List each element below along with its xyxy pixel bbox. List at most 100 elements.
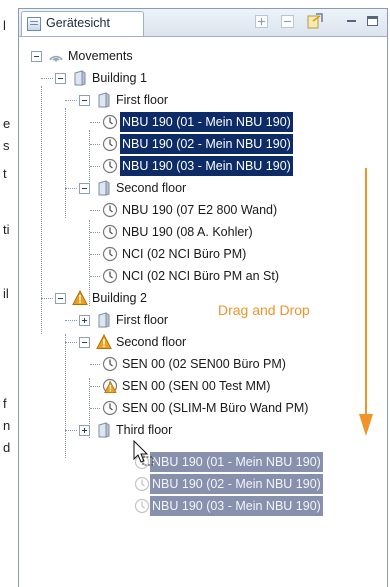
tree-node-device[interactable]: NBU 190 (03 - Mein NBU 190) bbox=[90, 156, 342, 176]
node-label: Third floor bbox=[116, 423, 173, 437]
tree-line bbox=[90, 408, 100, 409]
tree-line bbox=[90, 386, 100, 387]
tree-node-device[interactable]: SEN 00 (SLIM-M Büro Wand PM) bbox=[90, 398, 342, 418]
movements-icon bbox=[48, 48, 64, 64]
node-label: First floor bbox=[116, 93, 169, 107]
tree-node-device[interactable]: NCI (02 NCI Büro PM an St) bbox=[90, 266, 342, 286]
tree-node-device[interactable]: NCI (02 NCI Büro PM) bbox=[90, 244, 342, 264]
node-label: SEN 00 (SEN 00 Test MM) bbox=[122, 379, 271, 393]
clock-icon bbox=[102, 158, 118, 174]
tree-line bbox=[41, 78, 53, 79]
node-label: NBU 190 (03 - Mein NBU 190) bbox=[120, 156, 293, 176]
drag-ghost-item: NBU 190 (02 - Mein NBU 190) bbox=[134, 474, 352, 494]
tree-node-device[interactable]: NBU 190 (01 - Mein NBU 190) bbox=[90, 112, 342, 132]
clock-icon bbox=[102, 356, 118, 372]
drag-cursor-icon bbox=[133, 440, 154, 466]
tree-line bbox=[65, 188, 77, 189]
node-label: Building 2 bbox=[92, 291, 147, 305]
clock-icon bbox=[134, 476, 150, 492]
node-label: First floor bbox=[116, 313, 169, 327]
collapse-icon[interactable] bbox=[79, 183, 90, 194]
ghost-label: NBU 190 (02 - Mein NBU 190) bbox=[150, 474, 323, 494]
edge-char: e bbox=[3, 116, 11, 131]
collapse-icon[interactable] bbox=[31, 51, 42, 62]
tree-node-third-floor[interactable]: Third floor bbox=[65, 420, 278, 440]
tree-line bbox=[65, 334, 66, 458]
drag-arrow-head-icon bbox=[359, 414, 373, 436]
node-label: SEN 00 (02 SEN00 Büro PM) bbox=[122, 357, 286, 371]
edge-char: d bbox=[3, 440, 11, 455]
tree-node-second-floor[interactable]: Second floor bbox=[65, 332, 278, 352]
warning-icon bbox=[96, 334, 112, 350]
edge-char: f bbox=[3, 396, 7, 411]
floor-icon bbox=[96, 312, 112, 328]
clock-icon bbox=[102, 268, 118, 284]
edge-char: t bbox=[3, 166, 7, 181]
clock-icon bbox=[102, 400, 118, 416]
tree-line bbox=[65, 100, 77, 101]
tree-node-device[interactable]: SEN 00 (SEN 00 Test MM) bbox=[90, 376, 342, 396]
tree-node-device[interactable]: NBU 190 (08 A. Kohler) bbox=[90, 222, 342, 242]
tree-line bbox=[90, 254, 100, 255]
tree-line bbox=[90, 144, 100, 145]
floor-icon bbox=[96, 92, 112, 108]
node-label: Second floor bbox=[116, 335, 187, 349]
node-label: Second floor bbox=[116, 181, 187, 195]
tab-geraetesicht[interactable]: Gerätesicht bbox=[21, 11, 144, 36]
tree-node-device[interactable]: SEN 00 (02 SEN00 Büro PM) bbox=[90, 354, 342, 374]
edge-char: il bbox=[3, 286, 9, 301]
edge-char: n bbox=[3, 418, 11, 433]
tree-node-movements[interactable]: Movements bbox=[30, 46, 230, 66]
expand-icon[interactable] bbox=[79, 315, 90, 326]
maximize-icon[interactable] bbox=[366, 15, 379, 28]
tree-line bbox=[90, 364, 100, 365]
tree-line bbox=[65, 108, 66, 218]
edge-char: ti bbox=[3, 222, 10, 237]
tree-node-device[interactable]: NBU 190 (02 - Mein NBU 190) bbox=[90, 134, 342, 154]
node-label: NBU 190 (02 - Mein NBU 190) bbox=[120, 134, 293, 154]
collapse-icon[interactable] bbox=[79, 95, 90, 106]
tree-node-device[interactable]: NBU 190 (07 E2 800 Wand) bbox=[90, 200, 342, 220]
floor-icon bbox=[96, 180, 112, 196]
collapse-icon[interactable] bbox=[79, 337, 90, 348]
floor-icon bbox=[96, 422, 112, 438]
minimize-icon[interactable] bbox=[345, 15, 358, 28]
edge-char: l bbox=[3, 18, 6, 33]
node-label: Movements bbox=[68, 49, 133, 63]
tree-line bbox=[65, 430, 77, 431]
clock-icon bbox=[134, 498, 150, 514]
link-with-editor-icon[interactable] bbox=[307, 13, 323, 29]
tree-line bbox=[90, 210, 100, 211]
tree-node-first-floor[interactable]: First floor bbox=[65, 90, 278, 110]
clock-icon bbox=[102, 224, 118, 240]
expand-all-icon[interactable] bbox=[255, 15, 268, 28]
device-view-icon bbox=[27, 17, 41, 31]
tree-line bbox=[65, 342, 77, 343]
node-label: NBU 190 (07 E2 800 Wand) bbox=[122, 203, 278, 217]
drag-arrow-shaft bbox=[365, 168, 367, 414]
edge-char: s bbox=[3, 138, 10, 153]
tree-line bbox=[41, 298, 53, 299]
tree-line bbox=[90, 276, 100, 277]
clock-icon bbox=[102, 246, 118, 262]
node-label: SEN 00 (SLIM-M Büro Wand PM) bbox=[122, 401, 309, 415]
tree-line bbox=[65, 320, 77, 321]
node-label: NBU 190 (08 A. Kohler) bbox=[122, 225, 253, 239]
clock-warning-icon bbox=[102, 378, 118, 394]
collapse-icon[interactable] bbox=[55, 293, 66, 304]
tree-node-building-1[interactable]: Building 1 bbox=[41, 68, 254, 88]
tree-node-second-floor[interactable]: Second floor bbox=[65, 178, 278, 198]
clock-icon bbox=[102, 114, 118, 130]
expand-icon[interactable] bbox=[79, 425, 90, 436]
collapse-all-icon[interactable] bbox=[281, 15, 294, 28]
tree-line bbox=[90, 166, 100, 167]
clock-icon bbox=[102, 136, 118, 152]
clock-icon bbox=[102, 202, 118, 218]
ghost-label: NBU 190 (01 - Mein NBU 190) bbox=[150, 452, 323, 472]
node-label: NCI (02 NCI Büro PM) bbox=[122, 247, 247, 261]
collapse-icon[interactable] bbox=[55, 73, 66, 84]
background-window-edge: l e s t ti il f n d bbox=[0, 0, 14, 586]
ghost-label: NBU 190 (03 - Mein NBU 190) bbox=[150, 496, 323, 516]
tree-line bbox=[90, 122, 100, 123]
tab-label: Gerätesicht bbox=[46, 16, 110, 30]
